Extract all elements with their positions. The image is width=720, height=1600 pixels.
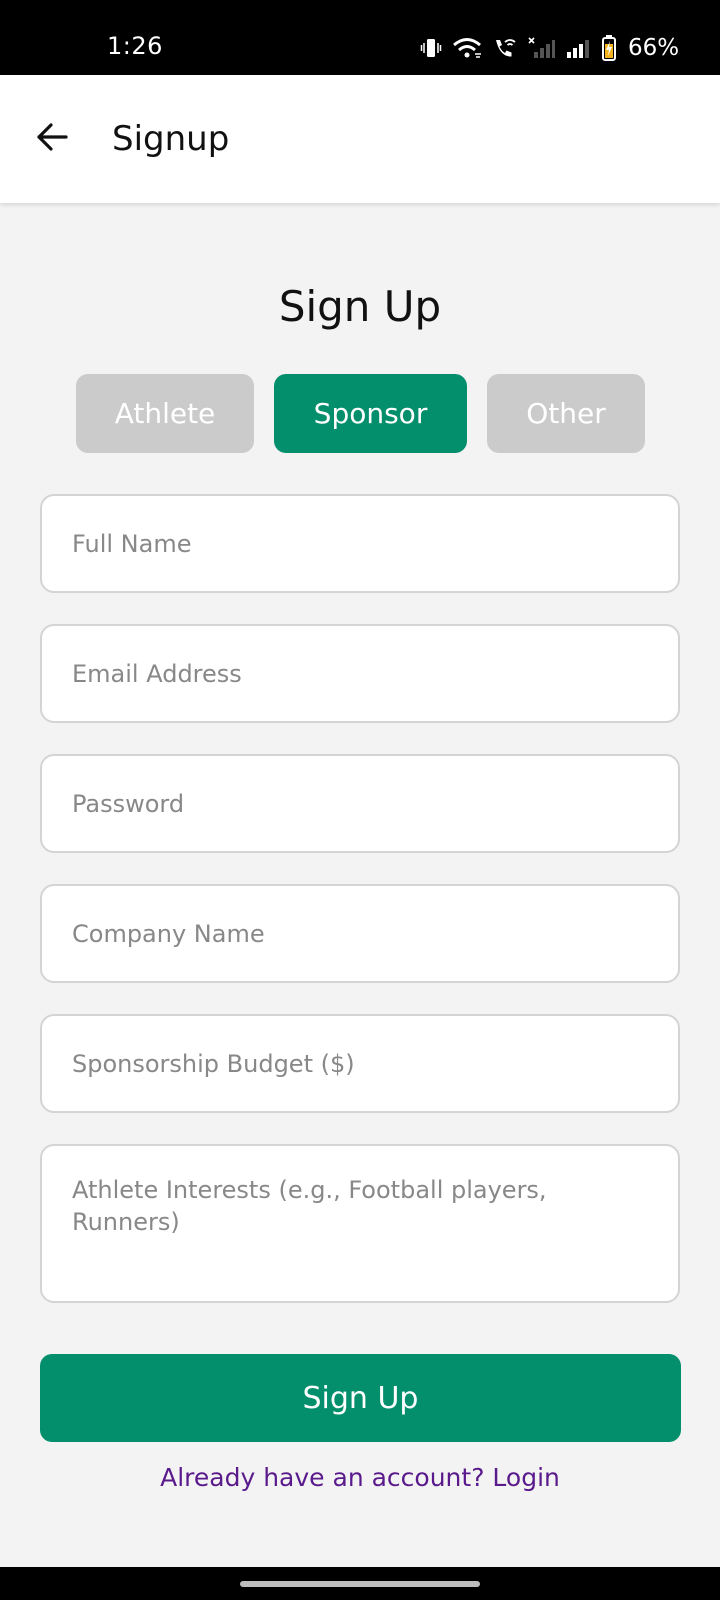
wifi-calling-icon xyxy=(492,37,518,59)
arrow-left-icon xyxy=(35,120,69,158)
status-time: 1:26 xyxy=(107,32,163,60)
login-link[interactable]: Already have an account? Login xyxy=(0,1463,720,1492)
full-name-input[interactable] xyxy=(42,496,678,591)
athlete-interests-field-container xyxy=(40,1144,680,1303)
email-input[interactable] xyxy=(42,626,678,721)
vibrate-icon xyxy=(420,37,442,59)
sign-up-button[interactable]: Sign Up xyxy=(40,1354,681,1442)
athlete-interests-textarea[interactable] xyxy=(42,1146,678,1301)
budget-field-container xyxy=(40,1014,680,1113)
wifi-icon xyxy=(452,37,482,59)
navigation-bar xyxy=(0,1567,720,1600)
status-icons: 66% xyxy=(420,32,679,64)
full-name-field-container xyxy=(40,494,680,593)
battery-charging-icon xyxy=(602,35,616,61)
signal-icon xyxy=(566,37,592,59)
password-input[interactable] xyxy=(42,756,678,851)
password-field-container xyxy=(40,754,680,853)
role-tab-athlete[interactable]: Athlete xyxy=(76,374,254,453)
battery-percent: 66% xyxy=(628,35,680,61)
sponsorship-budget-input[interactable] xyxy=(42,1016,678,1111)
app-bar: Signup xyxy=(0,75,720,203)
company-name-input[interactable] xyxy=(42,886,678,981)
back-button[interactable] xyxy=(26,113,78,165)
signal-no-service-icon xyxy=(528,37,556,59)
app-title: Signup xyxy=(112,119,230,159)
page-title: Sign Up xyxy=(278,282,442,331)
home-gesture-handle[interactable] xyxy=(240,1581,480,1587)
email-field-container xyxy=(40,624,680,723)
role-tab-sponsor[interactable]: Sponsor xyxy=(274,374,467,453)
status-bar: 1:26 66% xyxy=(0,0,720,75)
company-name-field-container xyxy=(40,884,680,983)
role-tab-other[interactable]: Other xyxy=(487,374,645,453)
